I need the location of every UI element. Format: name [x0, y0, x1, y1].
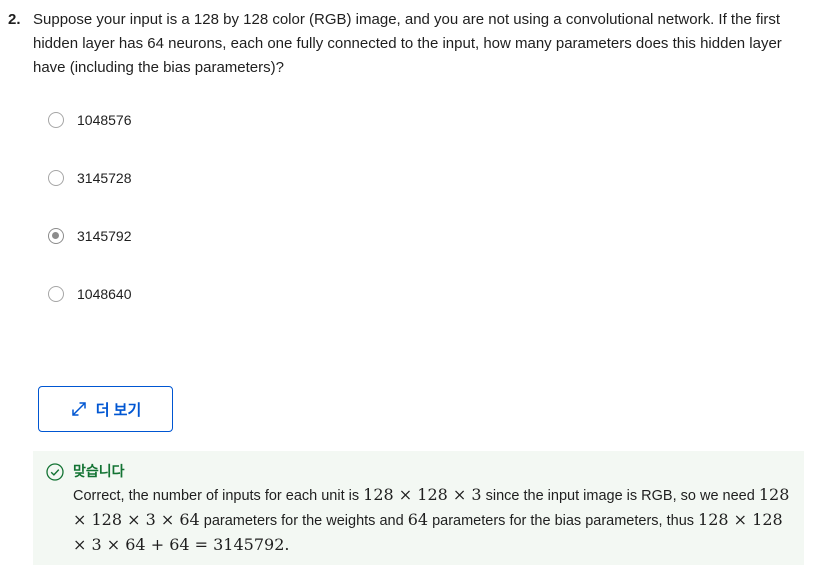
option-label: 3145728 — [77, 170, 132, 186]
option-label: 1048576 — [77, 112, 132, 128]
radio-button[interactable] — [48, 286, 64, 302]
math-expression: 64 — [407, 510, 429, 529]
answer-option-2[interactable]: 3145728 — [48, 167, 132, 189]
feedback-title: 맞습니다 — [73, 463, 125, 479]
question-block: 2. Suppose your input is a 128 by 128 co… — [8, 8, 808, 80]
question-text: Suppose your input is a 128 by 128 color… — [33, 11, 782, 76]
answer-options: 1048576 3145728 3145792 1048640 — [48, 109, 132, 341]
answer-option-3[interactable]: 3145792 — [48, 225, 132, 247]
radio-button-selected[interactable] — [48, 228, 64, 244]
explanation-text: parameters for the weights and — [199, 513, 408, 529]
explanation-text: Correct, the number of inputs for each u… — [73, 488, 364, 504]
question-number: 2. — [8, 11, 21, 28]
show-more-label: 더 보기 — [95, 401, 142, 419]
option-label: 3145792 — [77, 228, 132, 244]
math-expression: 128 × 128 × 3 — [363, 485, 482, 504]
show-more-button[interactable]: 더 보기 — [38, 386, 173, 432]
feedback-panel: 맞습니다 Correct, the number of inputs for e… — [33, 451, 804, 565]
feedback-explanation: Correct, the number of inputs for each u… — [73, 483, 793, 558]
explanation-text: parameters for the bias parameters, thus — [428, 513, 699, 529]
radio-button[interactable] — [48, 112, 64, 128]
check-circle-icon — [46, 463, 64, 481]
expand-arrows-icon — [71, 402, 86, 416]
option-label: 1048640 — [77, 286, 132, 302]
explanation-text: since the input image is RGB, so we need — [481, 488, 759, 504]
answer-option-4[interactable]: 1048640 — [48, 283, 132, 305]
radio-button[interactable] — [48, 170, 64, 186]
answer-option-1[interactable]: 1048576 — [48, 109, 132, 131]
